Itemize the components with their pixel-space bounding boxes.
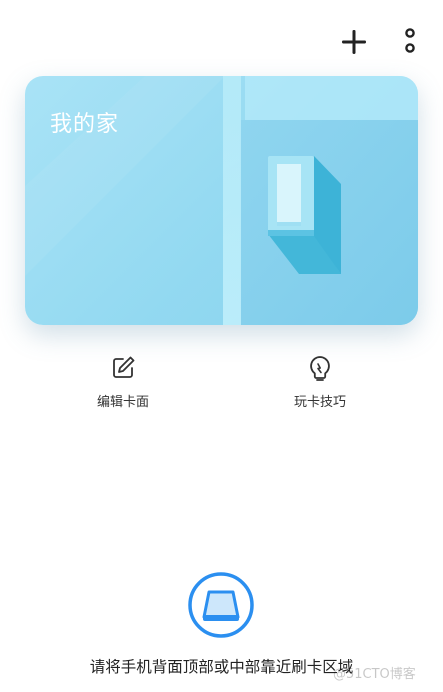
card-tips-label: 玩卡技巧 [293,395,346,410]
edit-card-face-button[interactable]: 编辑卡面 [63,354,183,410]
nfc-card-icon [188,572,254,638]
edit-card-face-label: 编辑卡面 [96,395,149,410]
more-vertical-icon [405,28,415,53]
lightbulb-icon [310,356,330,381]
plus-icon [342,30,366,54]
watermark: @51CTO博客 [333,667,416,682]
more-options-button[interactable] [390,22,430,62]
nfc-indicator [187,571,255,639]
add-button[interactable] [334,22,374,62]
card-title: 我的家 [50,112,120,137]
edit-icon [113,356,135,378]
card-tips-button[interactable]: 玩卡技巧 [260,354,380,410]
home-card[interactable]: 我的家 [25,76,418,325]
